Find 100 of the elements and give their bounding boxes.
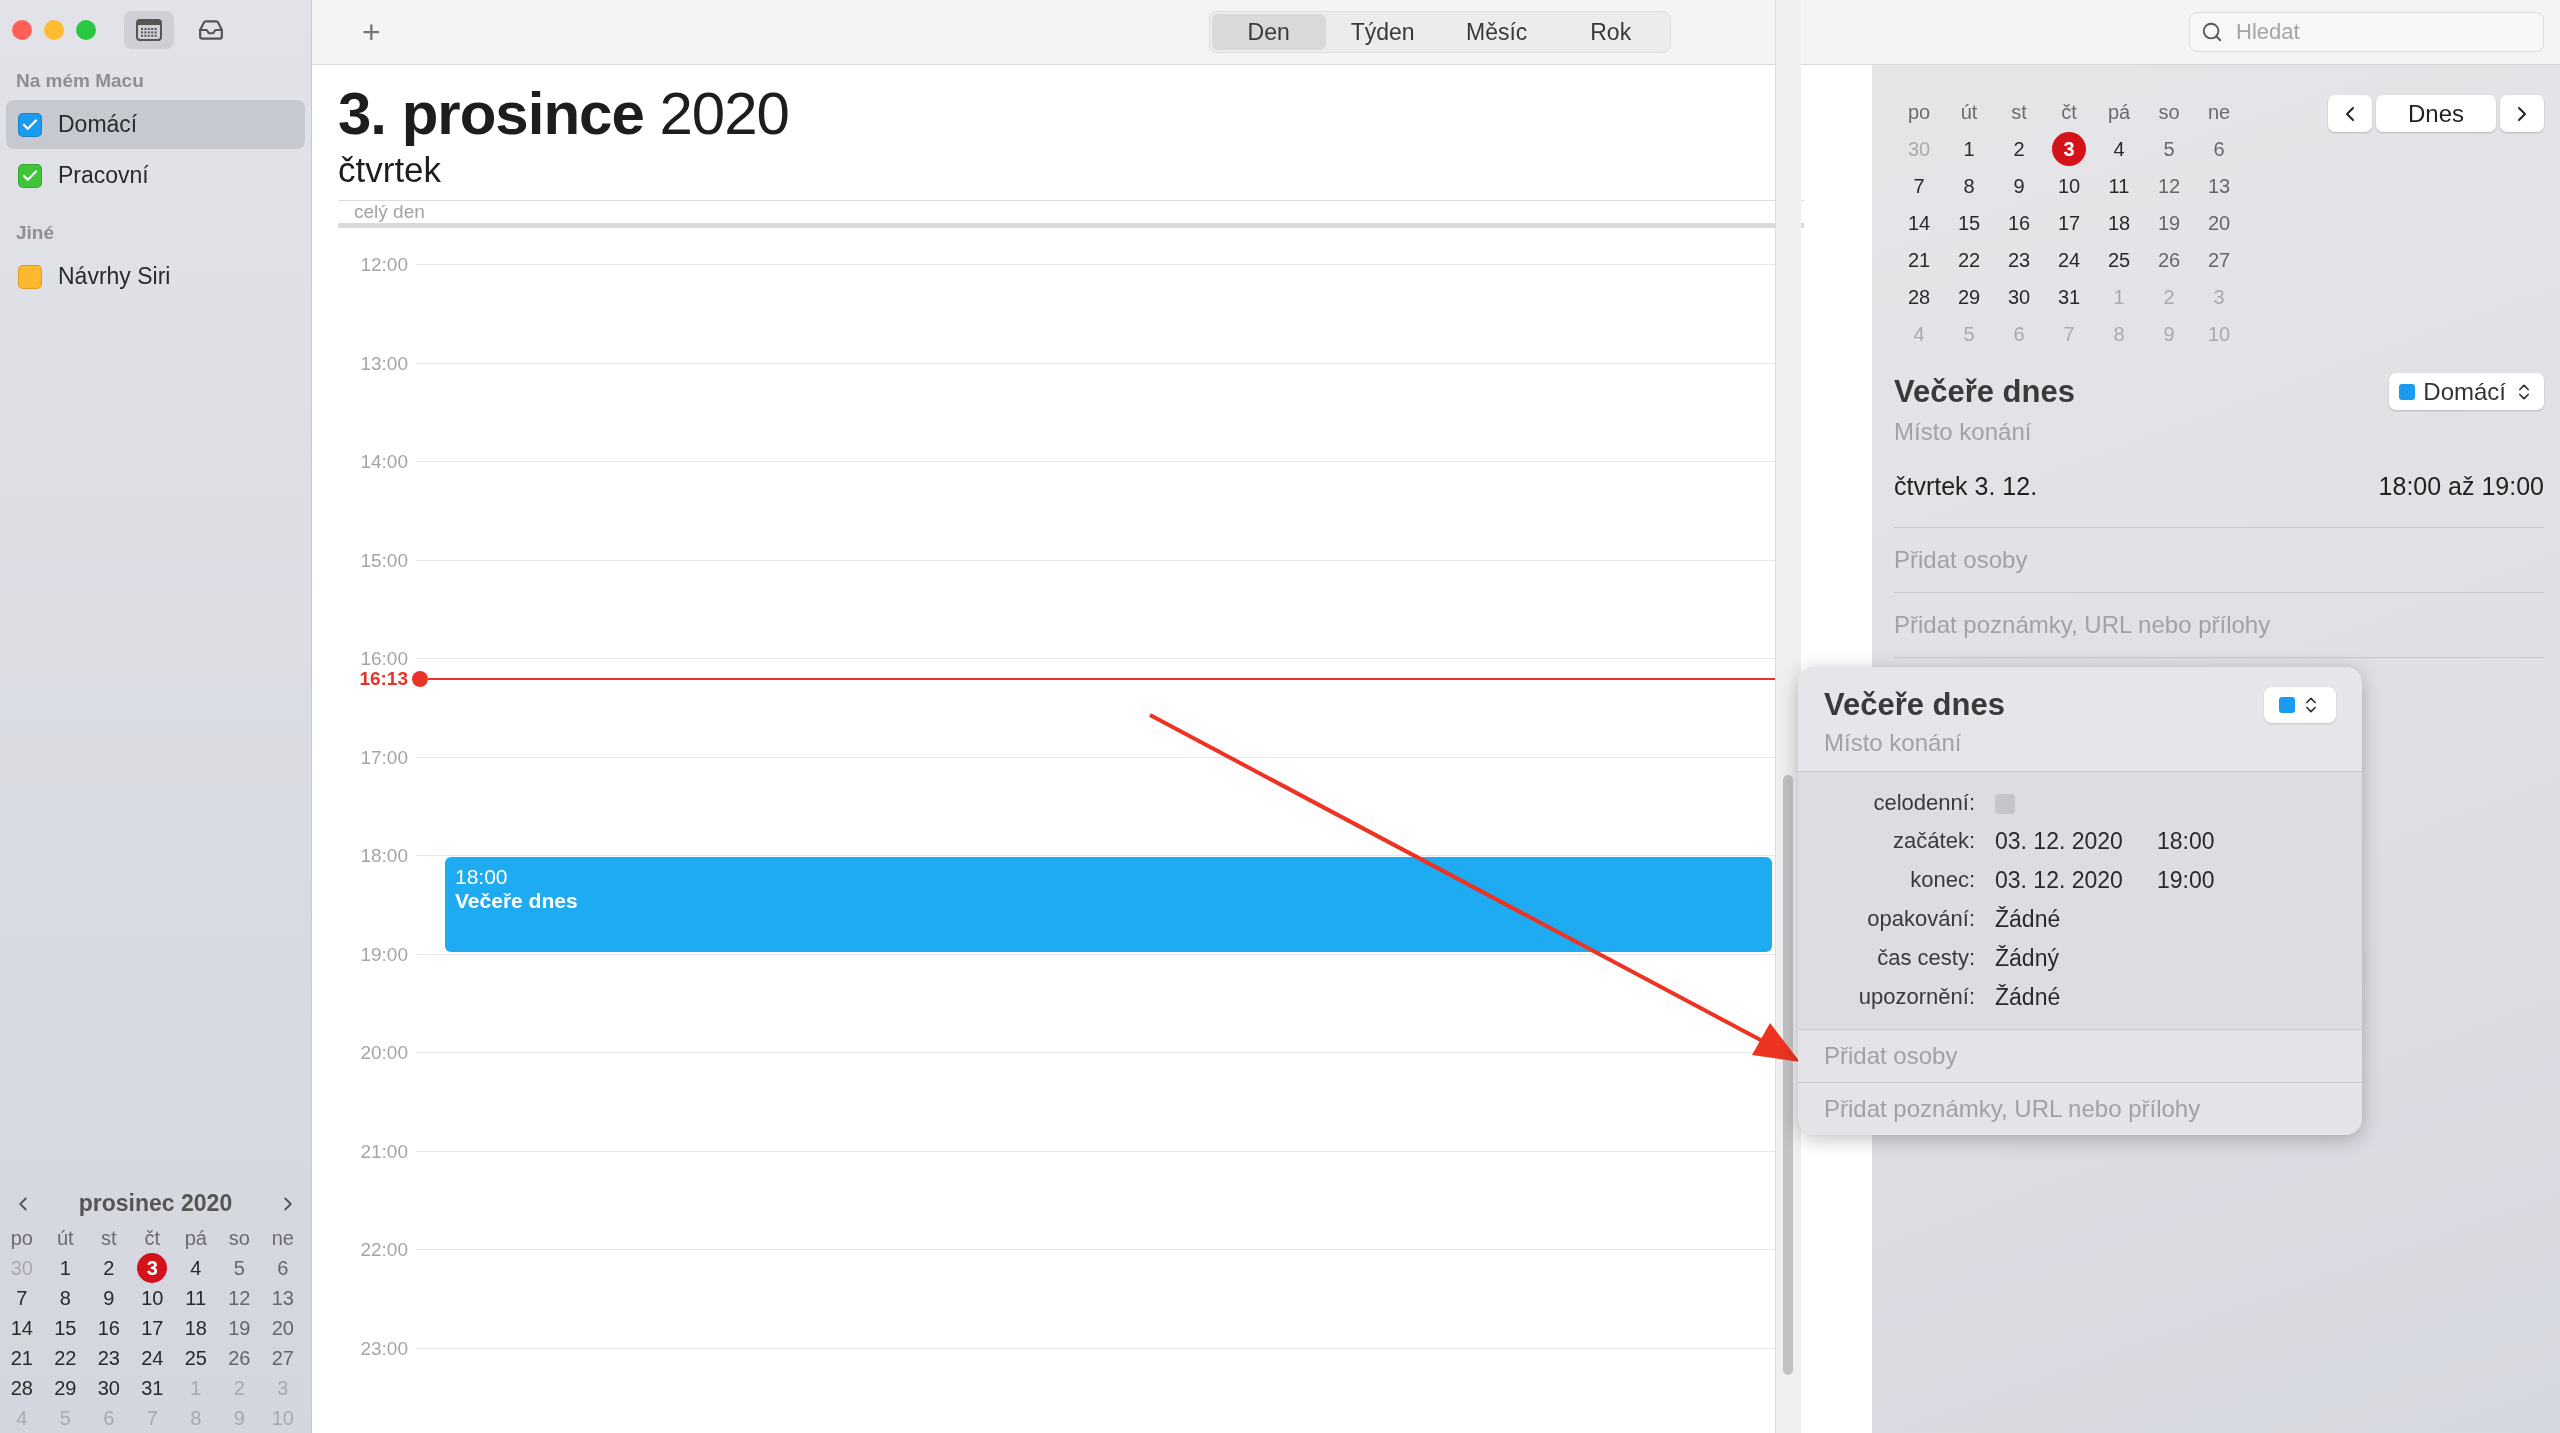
field-value[interactable]: Žádné [1995, 906, 2061, 933]
scroll-thumb[interactable] [1783, 775, 1793, 1375]
color-select[interactable] [2264, 687, 2336, 723]
weekday-label: ne [270, 1225, 295, 1251]
calendar-day[interactable]: 5 [2152, 132, 2186, 166]
calendar-day[interactable]: 8 [1952, 169, 1986, 203]
calendar-item[interactable]: Pracovní [6, 151, 305, 200]
calendar-day[interactable]: 31 [2052, 280, 2086, 314]
hour-label: 20:00 [359, 1042, 408, 1064]
calendar-day[interactable]: 11 [2102, 169, 2136, 203]
calendar-icon[interactable] [124, 11, 174, 49]
field-value[interactable]: Žádné [1995, 984, 2061, 1011]
calendar-day[interactable]: 27 [267, 1343, 298, 1373]
calendar-day[interactable]: 12 [2152, 169, 2186, 203]
calendar-day[interactable]: 1 [50, 1253, 81, 1283]
calendar-day[interactable]: 4 [2102, 132, 2136, 166]
calendar-day[interactable]: 21 [6, 1343, 37, 1373]
calendar-day[interactable]: 15 [1952, 206, 1986, 240]
calendar-day[interactable]: 18 [180, 1313, 211, 1343]
calendar-day[interactable]: 24 [137, 1343, 168, 1373]
calendar-day[interactable]: 6 [267, 1253, 298, 1283]
calendar-day[interactable]: 9 [2002, 169, 2036, 203]
view-tab[interactable]: Týden [1325, 14, 1440, 50]
calendar-day[interactable]: 9 [93, 1283, 124, 1313]
calendar-day[interactable]: 3 [137, 1253, 168, 1283]
time-value[interactable]: 18:00 [2156, 828, 2215, 855]
section-title: Na mém Macu [15, 69, 145, 93]
calendar-day[interactable]: 19 [2152, 206, 2186, 240]
calendar-day[interactable]: 5 [224, 1253, 255, 1283]
month-title: prosinec 2020 [78, 1190, 233, 1217]
calendar-day[interactable]: 13 [2202, 169, 2236, 203]
checkbox[interactable] [18, 163, 42, 188]
calendar-day[interactable]: 10 [2052, 169, 2086, 203]
calendar-day[interactable]: 20 [267, 1313, 298, 1343]
calendar-day[interactable]: 19 [224, 1313, 255, 1343]
calendar-day[interactable]: 12 [224, 1283, 255, 1313]
calendar-day[interactable]: 16 [93, 1313, 124, 1343]
calendar-day[interactable]: 26 [224, 1343, 255, 1373]
calendar-day[interactable]: 17 [137, 1313, 168, 1343]
hour-label: 22:00 [359, 1239, 408, 1261]
calendar-day[interactable]: 28 [1902, 280, 1936, 314]
calendar-day[interactable]: 22 [50, 1343, 81, 1373]
calendar-day[interactable]: 29 [50, 1373, 81, 1403]
calendar-day[interactable]: 22 [1952, 243, 1986, 277]
zoom-button[interactable] [76, 20, 96, 40]
calendar-select[interactable]: Domácí [2389, 373, 2544, 410]
search-field[interactable]: Hledat [2189, 12, 2544, 52]
calendar-day[interactable]: 18 [2102, 206, 2136, 240]
calendar-day[interactable]: 10 [137, 1283, 168, 1313]
calendar-day[interactable]: 16 [2002, 206, 2036, 240]
previous-button[interactable] [2328, 95, 2372, 132]
date-value[interactable]: 03. 12. 2020 [1995, 867, 2123, 894]
today-button[interactable]: Dnes [2376, 95, 2496, 132]
calendar-day[interactable]: 30 [2002, 280, 2036, 314]
calendar-day[interactable]: 11 [180, 1283, 211, 1313]
calendar-day[interactable]: 13 [267, 1283, 298, 1313]
calendar-day[interactable]: 31 [137, 1373, 168, 1403]
all-day-checkbox[interactable] [1995, 794, 2015, 814]
calendar-day[interactable]: 29 [1952, 280, 1986, 314]
checkbox[interactable] [18, 112, 42, 137]
calendar-day[interactable]: 20 [2202, 206, 2236, 240]
view-tab[interactable]: Den [1211, 14, 1326, 50]
weekday-label: čt [2060, 99, 2078, 125]
time-value[interactable]: 19:00 [2156, 867, 2215, 894]
hour-label: 23:00 [359, 1337, 408, 1360]
calendar-day[interactable]: 23 [2002, 243, 2036, 277]
close-button[interactable] [12, 20, 32, 40]
calendar-day[interactable]: 7 [1902, 169, 1936, 203]
field-value[interactable]: Žádný [1995, 945, 2059, 972]
calendar-day[interactable]: 6 [2202, 132, 2236, 166]
calendar-day[interactable]: 23 [93, 1343, 124, 1373]
calendar-day[interactable]: 26 [2152, 243, 2186, 277]
calendar-day[interactable]: 3 [2052, 132, 2086, 166]
event-date: čtvrtek 3. 12. [1894, 472, 2038, 501]
view-tab[interactable]: Měsíc [1439, 14, 1554, 50]
calendar-day[interactable]: 8 [50, 1283, 81, 1313]
calendar-day[interactable]: 17 [2052, 206, 2086, 240]
calendar-day[interactable]: 25 [2102, 243, 2136, 277]
checkbox[interactable] [18, 264, 42, 289]
calendar-day[interactable]: 21 [1902, 243, 1936, 277]
calendar-day[interactable]: 27 [2202, 243, 2236, 277]
calendar-day[interactable]: 14 [6, 1313, 37, 1343]
calendar-day[interactable]: 2 [2002, 132, 2036, 166]
calendar-day[interactable]: 15 [50, 1313, 81, 1343]
calendar-day[interactable]: 30 [93, 1373, 124, 1403]
view-tab[interactable]: Rok [1553, 14, 1668, 50]
field-label: celodenní: [1872, 790, 1975, 816]
calendar-day[interactable]: 25 [180, 1343, 211, 1373]
next-button[interactable] [2500, 95, 2544, 132]
add-event-button[interactable]: + [352, 13, 391, 51]
calendar-day[interactable]: 7 [6, 1283, 37, 1313]
calendar-item[interactable]: Domácí [6, 100, 305, 149]
calendar-day[interactable]: 4 [180, 1253, 211, 1283]
date-value[interactable]: 03. 12. 2020 [1995, 828, 2123, 855]
calendar-day[interactable]: 2 [93, 1253, 124, 1283]
calendar-item[interactable]: Návrhy Siri [6, 252, 305, 301]
calendar-day[interactable]: 28 [6, 1373, 37, 1403]
calendar-day[interactable]: 24 [2052, 243, 2086, 277]
calendar-day[interactable]: 1 [1952, 132, 1986, 166]
calendar-day[interactable]: 14 [1902, 206, 1936, 240]
